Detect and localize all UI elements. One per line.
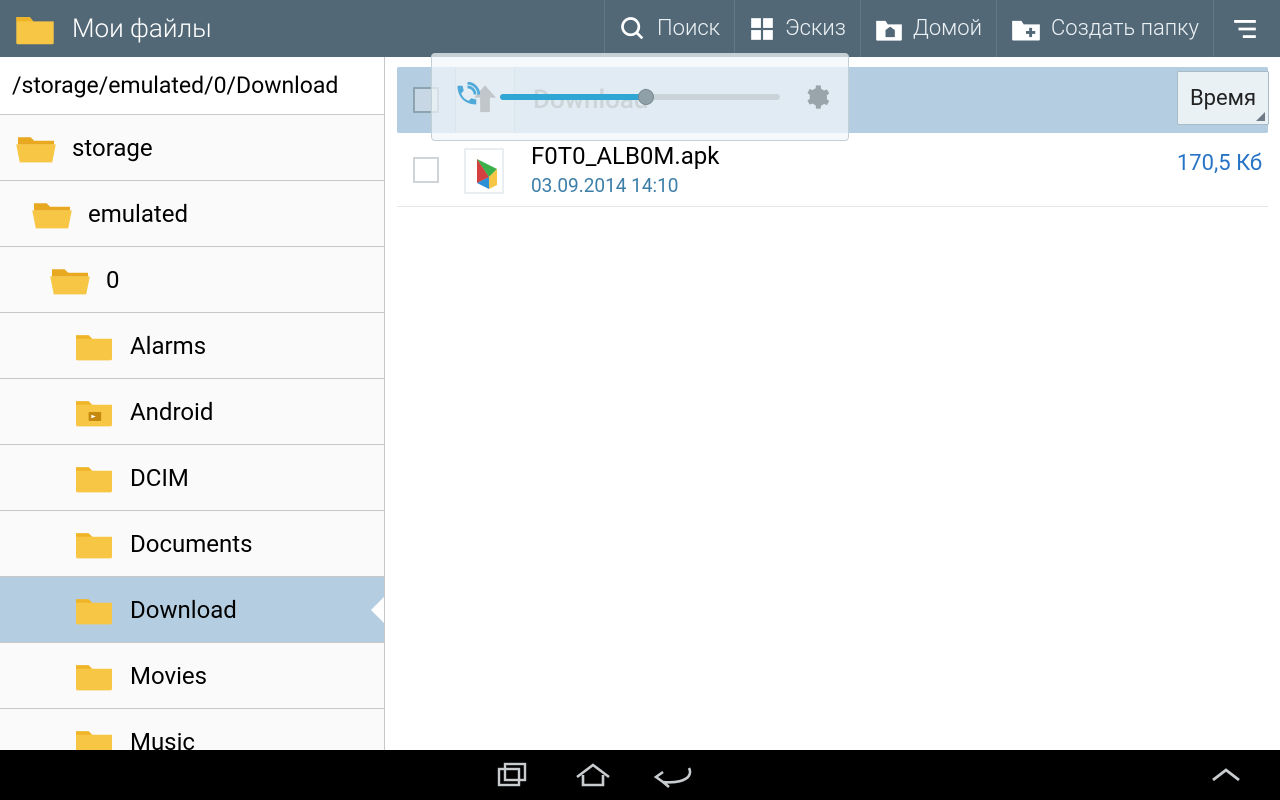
apk-icon bbox=[455, 145, 513, 195]
tree-item-0[interactable]: 0 bbox=[0, 247, 384, 313]
new-folder-icon bbox=[1011, 16, 1041, 42]
tree-item-alarms[interactable]: Alarms bbox=[0, 313, 384, 379]
file-list-pane: Download Время bbox=[385, 57, 1280, 750]
file-date: 03.09.2014 14:10 bbox=[531, 174, 719, 197]
file-name: F0T0_ALB0M.apk bbox=[531, 142, 719, 170]
folder-icon bbox=[72, 526, 116, 562]
volume-overlay[interactable] bbox=[431, 53, 849, 141]
panel-toggle-button[interactable] bbox=[1186, 751, 1266, 799]
tree-item-label: emulated bbox=[88, 200, 188, 228]
volume-slider[interactable] bbox=[500, 94, 780, 100]
app-folder-icon bbox=[14, 12, 56, 46]
thumbnail-view-button[interactable]: Эскиз bbox=[734, 0, 860, 57]
file-size: 170,5 Кб bbox=[1177, 151, 1262, 176]
file-list: F0T0_ALB0M.apk 03.09.2014 14:10 170,5 Кб bbox=[385, 133, 1280, 207]
folder-icon bbox=[30, 196, 74, 232]
home-folder-icon bbox=[875, 16, 903, 42]
search-label: Поиск bbox=[657, 16, 720, 41]
tree-item-dcim[interactable]: DCIM bbox=[0, 445, 384, 511]
gear-icon[interactable] bbox=[802, 83, 830, 111]
tree-item-download[interactable]: Download bbox=[0, 577, 384, 643]
action-buttons: Поиск Эскиз Домой Создать папку bbox=[604, 0, 1270, 57]
tree-item-movies[interactable]: Movies bbox=[0, 643, 384, 709]
file-row[interactable]: F0T0_ALB0M.apk 03.09.2014 14:10 170,5 Кб bbox=[397, 133, 1268, 207]
system-nav-bar bbox=[0, 750, 1280, 800]
overflow-menu-button[interactable] bbox=[1213, 0, 1270, 57]
home-icon bbox=[573, 761, 613, 789]
thumbnail-label: Эскиз bbox=[785, 16, 846, 41]
sort-button[interactable]: Время bbox=[1177, 71, 1269, 125]
folder-icon bbox=[72, 658, 116, 694]
back-nav-button[interactable] bbox=[633, 751, 713, 799]
home-button[interactable]: Домой bbox=[860, 0, 996, 57]
tree-item-storage[interactable]: storage bbox=[0, 115, 384, 181]
home-nav-button[interactable] bbox=[553, 751, 633, 799]
tree-item-emulated[interactable]: emulated bbox=[0, 181, 384, 247]
tree-item-label: Movies bbox=[130, 662, 207, 690]
current-path: /storage/emulated/0/Download bbox=[0, 57, 384, 115]
folder-icon bbox=[72, 460, 116, 496]
file-checkbox[interactable] bbox=[413, 157, 439, 183]
folder-icon bbox=[72, 724, 116, 751]
home-label: Домой bbox=[913, 16, 982, 41]
grid-icon bbox=[749, 16, 775, 42]
recent-apps-icon bbox=[496, 761, 530, 789]
folder-tree: storage emulated 0 Alarms Android DCIM Documen… bbox=[0, 115, 384, 750]
sort-label: Время bbox=[1190, 86, 1256, 111]
folder-icon bbox=[72, 394, 116, 430]
tree-item-documents[interactable]: Documents bbox=[0, 511, 384, 577]
folder-icon bbox=[72, 328, 116, 364]
folder-icon bbox=[72, 592, 116, 628]
app-title: Мои файлы bbox=[72, 14, 604, 44]
new-folder-button[interactable]: Создать папку bbox=[996, 0, 1213, 57]
tree-item-label: 0 bbox=[106, 266, 120, 294]
action-bar: Мои файлы Поиск Эскиз Домой Создать папк… bbox=[0, 0, 1280, 57]
search-icon bbox=[619, 15, 647, 43]
tree-item-label: Alarms bbox=[130, 332, 206, 360]
search-button[interactable]: Поиск bbox=[604, 0, 734, 57]
tree-item-label: Download bbox=[130, 596, 237, 624]
chevron-up-icon bbox=[1209, 765, 1243, 785]
tree-item-label: DCIM bbox=[130, 464, 189, 492]
new-folder-label: Создать папку bbox=[1051, 16, 1199, 41]
folder-tree-sidebar: /storage/emulated/0/Download storage emul… bbox=[0, 57, 385, 750]
back-icon bbox=[651, 762, 695, 788]
folder-icon bbox=[14, 130, 58, 166]
tree-item-music[interactable]: Music bbox=[0, 709, 384, 750]
tree-item-label: Music bbox=[130, 728, 195, 751]
tree-item-android[interactable]: Android bbox=[0, 379, 384, 445]
tree-item-label: Documents bbox=[130, 530, 253, 558]
recent-apps-button[interactable] bbox=[473, 751, 553, 799]
menu-icon bbox=[1232, 18, 1258, 40]
tree-item-label: Android bbox=[130, 398, 213, 426]
phone-ring-icon bbox=[450, 82, 480, 112]
folder-icon bbox=[48, 262, 92, 298]
tree-item-label: storage bbox=[72, 134, 153, 162]
